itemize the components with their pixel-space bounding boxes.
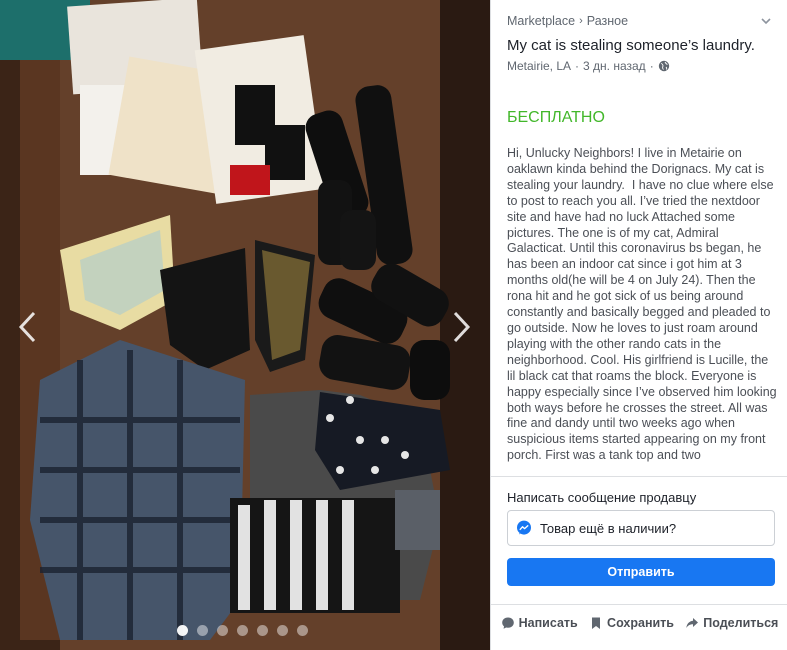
breadcrumb: Marketplace › Разное <box>507 14 771 28</box>
listing-actions: Написать Сохранить Поделиться <box>491 616 787 630</box>
photo-dot[interactable] <box>217 625 228 636</box>
breadcrumb-category-link[interactable]: Разное <box>587 14 628 28</box>
photo-dot[interactable] <box>297 625 308 636</box>
breadcrumb-separator: › <box>579 15 583 27</box>
listing-photo <box>0 0 490 650</box>
save-action-button[interactable]: Сохранить <box>589 616 674 630</box>
photo-dot[interactable] <box>237 625 248 636</box>
divider <box>491 604 787 605</box>
listing-age: 3 дн. назад <box>583 59 646 73</box>
messenger-icon <box>517 520 531 535</box>
chevron-down-icon[interactable] <box>759 14 773 28</box>
chevron-left-icon <box>18 311 36 343</box>
globe-icon <box>658 60 669 72</box>
send-message-button[interactable]: Отправить <box>507 558 775 586</box>
share-arrow-icon <box>686 618 699 628</box>
listing-description: Hi, Unlucky Neighbors! I live in Metairi… <box>507 146 777 463</box>
photo-dot[interactable] <box>277 625 288 636</box>
message-input[interactable]: Товар ещё в наличии? <box>507 510 775 546</box>
meta-separator: · <box>575 59 580 73</box>
message-icon <box>501 617 514 629</box>
photo-pagination <box>177 625 308 636</box>
listing-title: My cat is stealing someone’s laundry. <box>507 37 755 54</box>
message-input-value: Товар ещё в наличии? <box>540 520 677 536</box>
save-action-label: Сохранить <box>607 616 674 630</box>
description-scroll-area[interactable]: Hi, Unlucky Neighbors! I live in Metairi… <box>507 146 777 470</box>
message-seller-label: Написать сообщение продавцу <box>507 490 697 505</box>
listing-header: Marketplace › Разное My cat is stealing … <box>491 0 787 73</box>
listing-location[interactable]: Metairie, LA <box>507 59 571 73</box>
listing-details-panel: Marketplace › Разное My cat is stealing … <box>490 0 787 650</box>
bookmark-icon <box>592 617 601 629</box>
photo-dot[interactable] <box>197 625 208 636</box>
share-action-button[interactable]: Поделиться <box>685 616 778 630</box>
listing-meta: Metairie, LA · 3 дн. назад · <box>507 59 771 73</box>
previous-photo-button[interactable] <box>16 310 40 344</box>
photo-dot[interactable] <box>177 625 188 636</box>
divider <box>491 476 787 477</box>
message-action-label: Написать <box>518 616 578 630</box>
breadcrumb-marketplace-link[interactable]: Marketplace <box>507 14 575 28</box>
photo-dot[interactable] <box>257 625 268 636</box>
photo-viewer <box>0 0 490 650</box>
meta-separator: · <box>649 59 654 73</box>
message-action-button[interactable]: Написать <box>501 616 578 630</box>
share-action-label: Поделиться <box>703 616 779 630</box>
listing-price: БЕСПЛАТНО <box>507 109 605 126</box>
chevron-right-icon <box>453 311 471 343</box>
next-photo-button[interactable] <box>449 310 473 344</box>
